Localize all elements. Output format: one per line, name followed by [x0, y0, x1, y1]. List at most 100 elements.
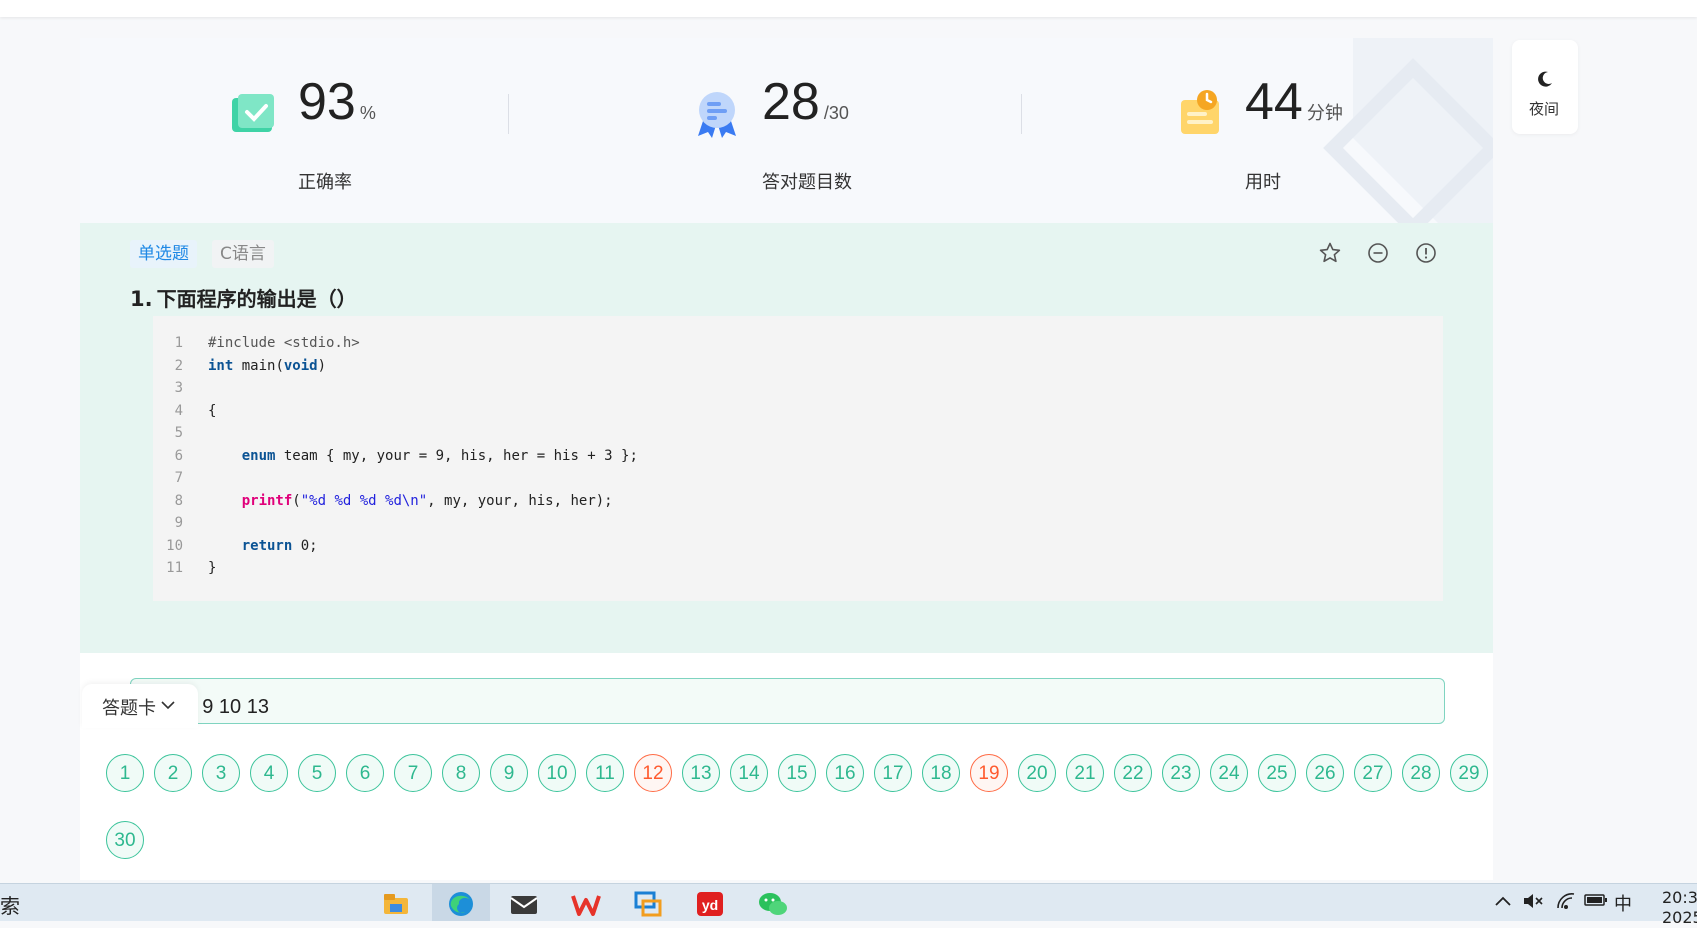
question-number-button[interactable]: 4 [250, 754, 288, 792]
question-number-button[interactable]: 15 [778, 754, 816, 792]
line-number: 8 [174, 492, 183, 509]
code-line: 10 return 0; [153, 535, 1443, 558]
accuracy-value: 93 [298, 73, 356, 131]
question-number-button[interactable]: 23 [1162, 754, 1200, 792]
line-number: 4 [174, 402, 183, 419]
edge-browser-icon[interactable] [432, 884, 490, 921]
correct-count-value: 28 [762, 73, 820, 131]
question-actions [1318, 241, 1438, 265]
question-number-button[interactable]: 5 [298, 754, 336, 792]
code-block: 1 #include <stdio.h> 2 int main(void) 3 4{5 6 … [153, 316, 1443, 601]
top-bar [0, 0, 1697, 17]
question-number-button[interactable]: 27 [1354, 754, 1392, 792]
question-number-button[interactable]: 28 [1402, 754, 1440, 792]
clock-time: 20:30 [1662, 888, 1697, 907]
question-number-button[interactable]: 1 [106, 754, 144, 792]
line-number: 6 [174, 447, 183, 464]
wechat-icon[interactable] [742, 884, 800, 921]
minus-circle-icon[interactable] [1366, 241, 1390, 265]
moon-icon [1538, 71, 1552, 87]
file-explorer-icon[interactable] [367, 884, 425, 921]
code-text: printf("%d %d %d %d\n", my, your, his, h… [241, 492, 613, 509]
youdao-dict-icon[interactable]: yd [680, 884, 738, 921]
question-number-button[interactable]: 16 [826, 754, 864, 792]
question-number-button[interactable]: 20 [1018, 754, 1056, 792]
stat-divider [1021, 94, 1022, 134]
question-number-button[interactable]: 9 [490, 754, 528, 792]
code-line: 11} [153, 557, 1443, 580]
report-icon[interactable] [1414, 241, 1438, 265]
taskbar: 搜索 yd 中 20:30 2025/ [0, 883, 1697, 927]
question-number-button[interactable]: 17 [874, 754, 912, 792]
time-used-value: 44 [1245, 73, 1303, 131]
question-number-button[interactable]: 11 [586, 754, 624, 792]
code-text: } [208, 560, 217, 576]
code-text: #include <stdio.h> [208, 335, 360, 351]
question-text: 下面程序的输出是（） [156, 287, 357, 311]
question-type-tag: 单选题 [130, 240, 197, 268]
chevron-down-icon [161, 701, 175, 710]
question-number-button[interactable]: 7 [394, 754, 432, 792]
question-number-button[interactable]: 2 [154, 754, 192, 792]
clock-date: 2025/ [1662, 908, 1697, 927]
answer-card-toggle[interactable]: 答题卡 [82, 684, 198, 728]
question-number-button[interactable]: 6 [346, 754, 384, 792]
code-text: enum team { my, your = 9, his, her = his… [241, 447, 638, 464]
check-book-icon [232, 94, 274, 132]
code-text: return 0; [241, 537, 318, 554]
answer-card-label: 答题卡 [102, 698, 156, 719]
question-number-button[interactable]: 24 [1210, 754, 1248, 792]
wps-office-icon[interactable] [556, 884, 614, 921]
night-mode-label: 夜间 [1529, 100, 1560, 118]
taskbar-search[interactable]: 搜索 [0, 890, 20, 919]
night-mode-button[interactable]: 夜间 [1512, 40, 1578, 134]
line-number: 5 [174, 425, 183, 441]
line-number: 11 [166, 560, 183, 576]
code-line: 8 printf("%d %d %d %d\n", my, your, his,… [153, 490, 1443, 513]
question-panel: 单选题 C语言 1. 下面程序的输出是（） 1 #include <stdio.h>… [80, 223, 1493, 653]
line-number: 3 [174, 380, 183, 396]
question-number-button[interactable]: 14 [730, 754, 768, 792]
question-number-button[interactable]: 26 [1306, 754, 1344, 792]
question-number-button[interactable]: 25 [1258, 754, 1296, 792]
line-number: 2 [174, 357, 183, 374]
accuracy-label: 正确率 [298, 172, 352, 193]
line-number: 7 [174, 470, 183, 486]
award-ribbon-icon [698, 92, 736, 138]
star-icon[interactable] [1318, 241, 1342, 265]
battery-icon[interactable] [1584, 892, 1608, 913]
code-line: 6 enum team { my, your = 9, his, her = h… [153, 445, 1443, 468]
ime-indicator[interactable]: 中 [1614, 890, 1632, 916]
code-line: 2 int main(void) [153, 355, 1443, 378]
code-line: 1 #include <stdio.h> [153, 332, 1443, 355]
question-number-button[interactable]: 19 [970, 754, 1008, 792]
code-line: 3 [153, 377, 1443, 400]
question-number-button[interactable]: 13 [682, 754, 720, 792]
mail-icon[interactable] [494, 884, 552, 921]
code-text: int main(void) [208, 357, 327, 374]
correct-count-label: 答对题目数 [762, 172, 852, 193]
question-number-button[interactable]: 21 [1066, 754, 1104, 792]
remote-desktop-icon[interactable] [618, 884, 676, 921]
accuracy-unit: % [359, 103, 376, 123]
question-number-button[interactable]: 10 [538, 754, 576, 792]
line-number: 1 [174, 335, 183, 351]
volume-muted-icon[interactable] [1522, 892, 1544, 915]
question-number-button[interactable]: 18 [922, 754, 960, 792]
clock-clipboard-icon [1181, 90, 1219, 134]
chevron-up-icon[interactable] [1494, 892, 1512, 913]
question-number-button[interactable]: 12 [634, 754, 672, 792]
wifi-icon[interactable] [1556, 892, 1576, 915]
question-number-button[interactable]: 30 [106, 821, 144, 859]
question-number-button[interactable]: 29 [1450, 754, 1488, 792]
answer-option-text: ) 9 10 13 [190, 696, 269, 718]
stats-summary: 93% 正确率 28/30 答对题目数 44 分钟 用时 [80, 38, 1493, 223]
svg-text:yd: yd [702, 897, 718, 913]
answer-option[interactable] [130, 678, 1445, 724]
correct-count-total: /30 [823, 103, 849, 123]
question-number-button[interactable]: 3 [202, 754, 240, 792]
question-number-button[interactable]: 22 [1114, 754, 1152, 792]
taskbar-clock[interactable]: 20:30 2025/ [1662, 888, 1697, 928]
language-tag: C语言 [212, 240, 274, 268]
question-number-button[interactable]: 8 [442, 754, 480, 792]
